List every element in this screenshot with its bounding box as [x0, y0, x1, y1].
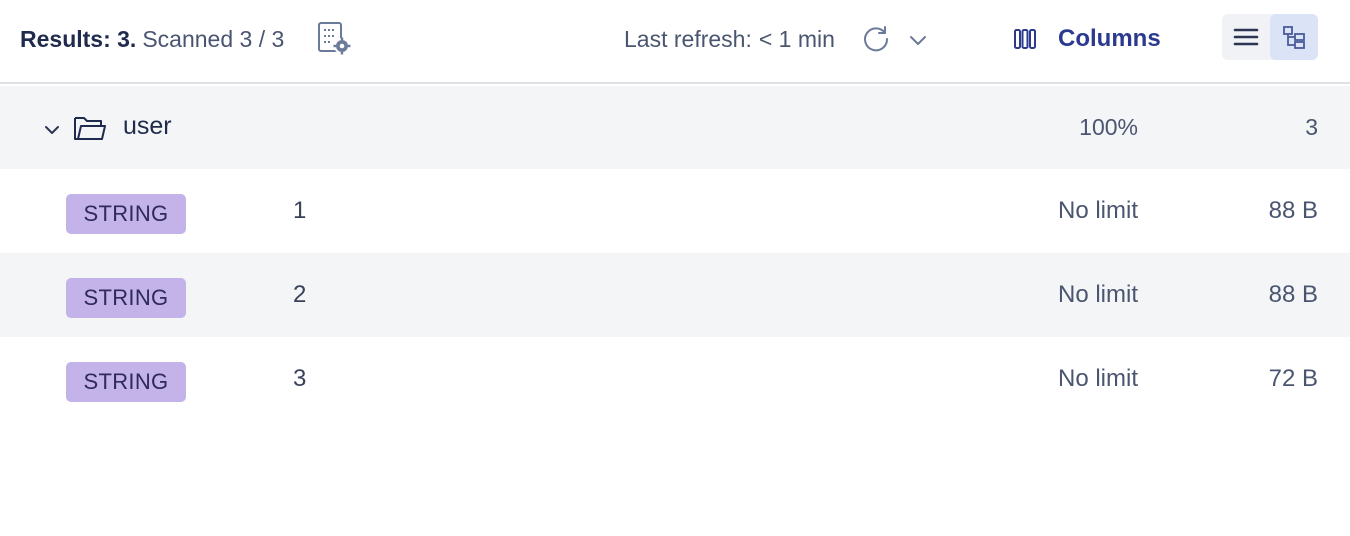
table-row[interactable]: STRING 1 No limit 88 B: [0, 169, 1350, 253]
ttl-value: No limit: [1057, 365, 1138, 392]
type-badge[interactable]: STRING: [66, 194, 186, 234]
toolbar: Results: 3. Scanned 3 / 3 Last refresh: …: [0, 0, 1350, 84]
list-view-button[interactable]: [1222, 14, 1270, 60]
last-refresh: Last refresh: < 1 min: [624, 24, 835, 54]
refresh-icon[interactable]: [860, 22, 892, 54]
columns-icon: [1014, 29, 1036, 49]
results-count: Results: 3.: [20, 25, 137, 52]
key-name[interactable]: 2: [293, 281, 306, 309]
group-row[interactable]: user 100% 3: [0, 86, 1350, 169]
results-summary: Results: 3. Scanned 3 / 3: [20, 24, 284, 54]
group-name: user: [123, 112, 172, 140]
tree-view-button[interactable]: [1270, 14, 1318, 60]
table-row[interactable]: STRING 3 No limit 72 B: [0, 337, 1350, 421]
last-refresh-value: < 1 min: [758, 25, 835, 52]
scanned-count: Scanned 3 / 3: [142, 25, 285, 52]
size-value: 88 B: [1268, 281, 1318, 308]
type-badge[interactable]: STRING: [66, 362, 186, 402]
folder-icon: [72, 112, 108, 144]
tree-view-icon: [1283, 26, 1305, 49]
view-toggle: [1222, 14, 1318, 60]
ttl-value: No limit: [1057, 281, 1138, 308]
group-count: 3: [1305, 114, 1318, 140]
list-view-icon: [1233, 28, 1259, 46]
group-percent: 100%: [1079, 114, 1138, 140]
type-badge[interactable]: STRING: [66, 278, 186, 318]
columns-button[interactable]: Columns: [1012, 20, 1172, 58]
key-name[interactable]: 1: [293, 197, 306, 225]
last-refresh-label: Last refresh:: [624, 25, 752, 52]
scan-settings-icon[interactable]: [316, 20, 352, 56]
size-value: 72 B: [1268, 365, 1318, 392]
table-row[interactable]: STRING 2 No limit 88 B: [0, 253, 1350, 337]
ttl-value: No limit: [1057, 197, 1138, 224]
size-value: 88 B: [1268, 197, 1318, 224]
columns-label: Columns: [1058, 25, 1161, 52]
key-name[interactable]: 3: [293, 365, 306, 393]
chevron-down-icon[interactable]: [40, 118, 64, 142]
chevron-down-icon[interactable]: [904, 26, 932, 54]
